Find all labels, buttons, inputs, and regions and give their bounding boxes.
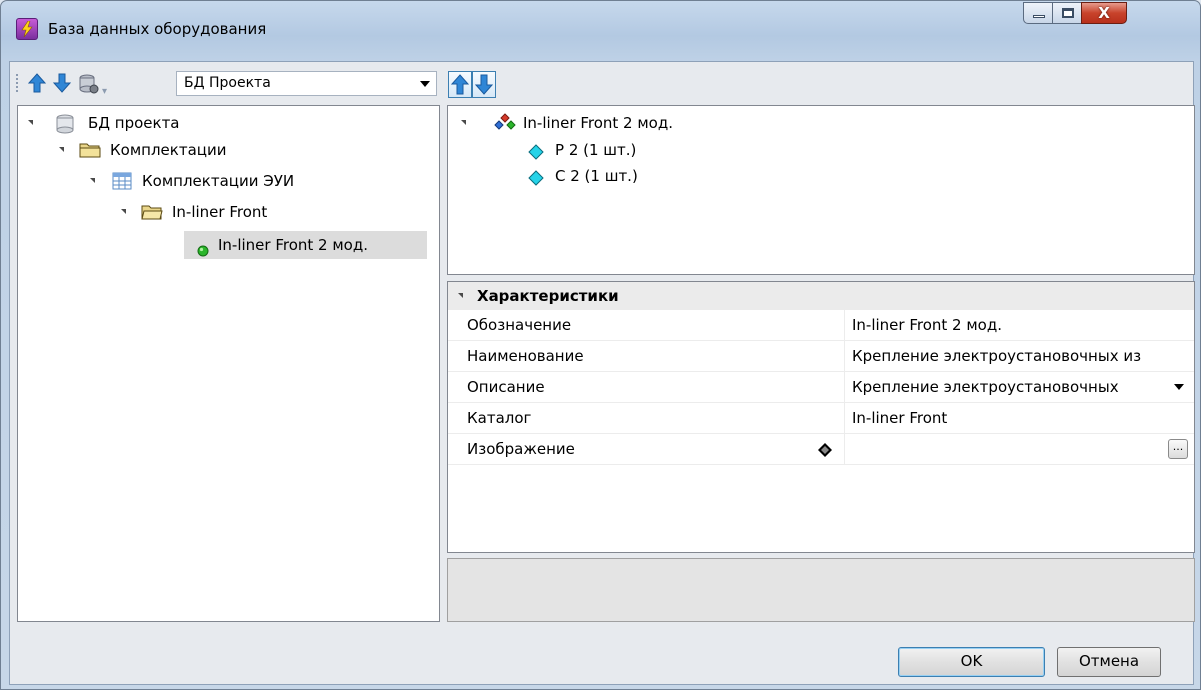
equipment-tree[interactable]: БД проекта Комплектации Комплектации ЭУИ [17,105,440,622]
browse-image-button[interactable]: ... [1168,439,1188,459]
expand-arrow-icon[interactable] [28,120,33,125]
tree-node-label: In-liner Front 2 мод. [218,236,368,254]
property-value[interactable]: Крепление электроустановочных из [852,347,1192,365]
property-name: Изображение [467,440,575,458]
expand-arrow-icon[interactable] [121,209,126,214]
property-grid: Характеристики Обозначение In-liner Fron… [447,281,1195,553]
tree-node-eui-sets[interactable]: Комплектации ЭУИ [88,168,388,194]
composition-root-label: In-liner Front 2 мод. [523,114,673,132]
property-description-panel [447,558,1195,622]
tree-node-project-db[interactable]: БД проекта [26,110,326,136]
property-row-catalog[interactable]: Каталог In-liner Front [448,403,1194,434]
title-bar[interactable]: База данных оборудования X [1,1,1200,61]
move-down-button[interactable] [52,73,72,93]
composition-child-node[interactable]: Р 2 (1 шт.) [528,137,928,163]
tree-node-inliner-front-2mod[interactable]: In-liner Front 2 мод. [193,232,433,258]
diamond-icon [528,168,544,194]
tree-node-sets[interactable]: Комплектации [57,137,357,163]
tree-node-label: Комплектации ЭУИ [142,172,295,190]
tree-node-label: In-liner Front [172,203,268,221]
property-value[interactable]: In-liner Front 2 мод. [852,316,1192,334]
property-row-name[interactable]: Наименование Крепление электроустановочн… [448,341,1194,372]
property-category[interactable]: Характеристики [448,282,1194,310]
left-toolbar: ▾ БД Проекта [10,62,440,105]
arrow-down-icon [52,73,72,93]
arrow-down-icon [474,74,494,95]
property-name: Обозначение [467,316,572,334]
toolbar-overflow-icon[interactable]: ▾ [102,86,109,98]
property-category-label: Характеристики [477,287,619,305]
ok-button[interactable]: OK [898,647,1045,677]
toolbar-grip[interactable] [16,74,18,92]
database-select-value: БД Проекта [184,75,271,91]
arrow-up-icon [450,74,470,95]
dialog-client-area: ▾ БД Проекта БД проекта Комплектации Ком… [9,61,1195,685]
database-settings-button[interactable] [78,73,99,94]
move-up-button[interactable] [27,73,47,93]
tree-node-label: БД проекта [88,114,180,132]
database-gear-icon [79,74,99,94]
collapse-arrow-icon[interactable] [458,293,463,298]
maximize-button[interactable] [1052,2,1082,24]
assembly-icon [494,113,516,139]
folder-open-icon [141,203,163,229]
property-name: Каталог [467,409,532,427]
close-button[interactable]: X [1081,2,1127,24]
structure-move-down-button[interactable] [472,71,496,98]
composition-tree[interactable]: In-liner Front 2 мод. Р 2 (1 шт.) С 2 (1… [447,105,1195,275]
composition-root-node[interactable]: In-liner Front 2 мод. [459,110,959,136]
property-row-designation[interactable]: Обозначение In-liner Front 2 мод. [448,310,1194,341]
property-name: Описание [467,378,545,396]
dialog-window: База данных оборудования X ▾ БД Проекта … [0,0,1201,690]
cancel-button[interactable]: Отмена [1057,647,1161,677]
close-icon: X [1098,4,1110,22]
property-row-description[interactable]: Описание Крепление электроустановочных [448,372,1194,403]
database-select[interactable]: БД Проекта [176,71,437,96]
folder-icon [79,141,101,167]
expand-arrow-icon[interactable] [59,147,64,152]
expand-arrow-icon[interactable] [461,120,466,125]
arrow-up-icon [27,73,47,93]
property-value[interactable]: Крепление электроустановочных [852,378,1168,396]
tree-node-inliner-front[interactable]: In-liner Front [119,199,419,225]
expand-arrow-icon[interactable] [90,178,95,183]
minimize-button[interactable] [1023,2,1053,24]
dropdown-arrow-icon[interactable] [1174,384,1184,390]
app-lightning-icon [16,18,38,40]
chevron-down-icon [420,81,430,87]
right-toolbar [448,71,548,99]
table-icon [112,172,132,198]
structure-move-up-button[interactable] [448,71,472,98]
composition-child-node[interactable]: С 2 (1 шт.) [528,163,928,189]
composition-child-label: С 2 (1 шт.) [555,167,638,185]
dialog-button-bar: OK Отмена [10,629,1193,684]
composition-child-label: Р 2 (1 шт.) [555,141,637,159]
property-value[interactable]: In-liner Front [852,409,1192,427]
property-name: Наименование [467,347,584,365]
window-title: База данных оборудования [48,20,267,38]
tree-node-label: Комплектации [110,141,227,159]
black-diamond-icon [818,443,832,461]
green-dot-icon [197,239,209,265]
property-row-image[interactable]: Изображение ... [448,434,1194,465]
